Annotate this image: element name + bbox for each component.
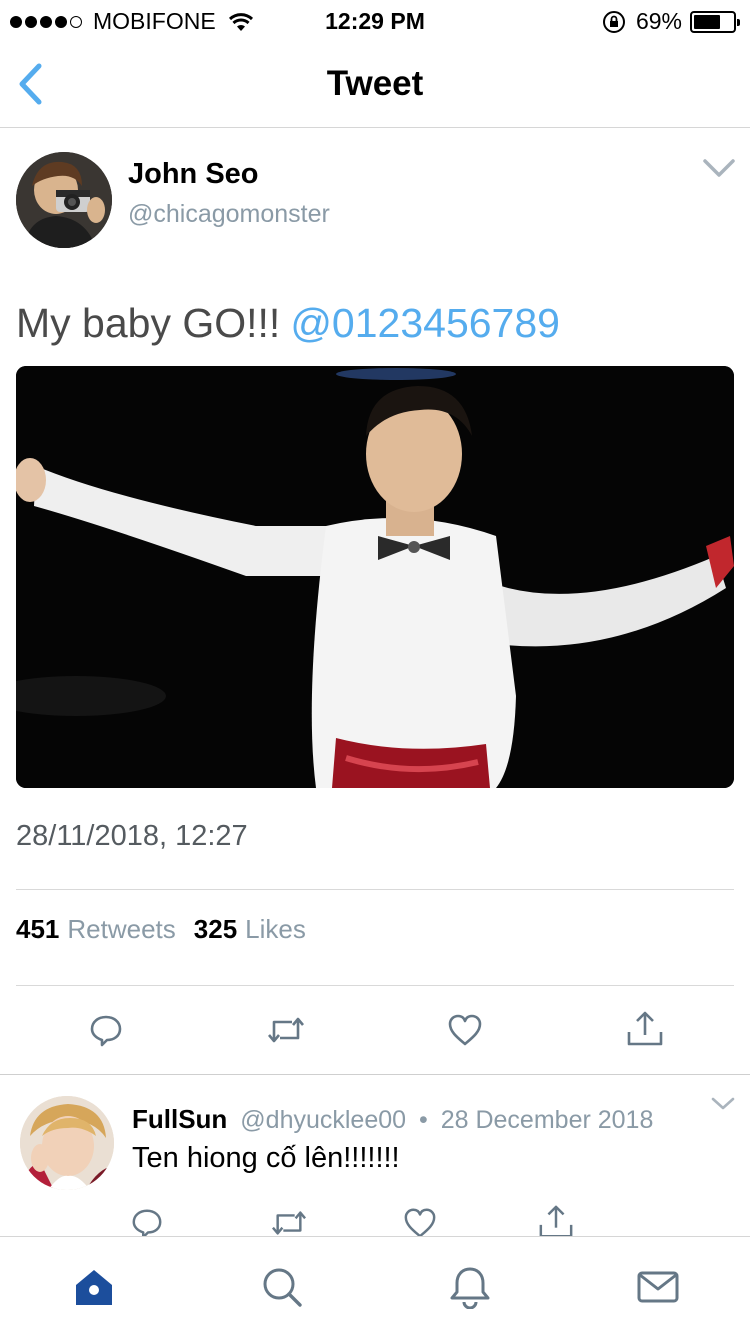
reply-icon xyxy=(90,1015,122,1047)
like-button[interactable] xyxy=(446,1012,484,1053)
reply-icon xyxy=(132,1209,162,1239)
tweet-mention-link[interactable]: @0123456789 xyxy=(290,300,560,346)
rotation-lock-icon xyxy=(602,10,625,33)
reply-date: 28 December 2018 xyxy=(440,1106,654,1134)
battery-percentage: 69% xyxy=(635,8,682,34)
retweet-icon xyxy=(268,1017,304,1043)
tweet-options-button[interactable] xyxy=(702,156,736,180)
author-name[interactable]: John Seo xyxy=(128,158,259,191)
divider xyxy=(16,889,734,890)
reply-text: Ten hiong cố lên!!!!!!! xyxy=(132,1142,400,1174)
retweet-icon xyxy=(272,1211,306,1235)
retweet-label[interactable]: Retweets xyxy=(67,914,175,945)
page-title: Tweet xyxy=(326,64,424,103)
tweet-text: My baby GO!!! @0123456789 xyxy=(16,300,560,347)
navigation-bar: Tweet xyxy=(0,40,750,128)
tab-home[interactable] xyxy=(72,1265,116,1309)
like-count[interactable]: 325 xyxy=(194,914,237,945)
tab-notifications[interactable] xyxy=(448,1265,492,1310)
battery-icon xyxy=(690,10,740,33)
reply-author-name[interactable]: FullSun xyxy=(132,1104,227,1134)
notifications-icon xyxy=(450,1267,490,1310)
author-avatar[interactable] xyxy=(16,152,112,248)
author-handle[interactable]: @chicagomonster xyxy=(128,200,330,229)
tweet-photo[interactable] xyxy=(16,366,734,788)
share-icon xyxy=(539,1205,573,1238)
share-icon xyxy=(627,1011,663,1046)
retweet-button[interactable] xyxy=(266,1012,306,1053)
share-button[interactable] xyxy=(626,1010,664,1053)
tweet-timestamp: 28/11/2018, 12:27 xyxy=(16,820,248,852)
home-icon xyxy=(76,1270,112,1305)
engagement-stats: 451 Retweets 325 Likes xyxy=(16,914,306,945)
messages-icon xyxy=(637,1271,679,1303)
reply-avatar[interactable] xyxy=(20,1096,114,1190)
thread-separator xyxy=(0,1074,750,1075)
divider xyxy=(16,985,734,986)
reply-separator: • xyxy=(419,1106,428,1134)
battery-level xyxy=(694,14,721,29)
chevron-down-icon xyxy=(711,1097,735,1110)
reply-header: FullSun @dhyucklee00 • 28 December 2018 xyxy=(132,1104,653,1135)
tab-bar xyxy=(0,1236,750,1334)
retweet-count[interactable]: 451 xyxy=(16,914,59,945)
chevron-down-icon xyxy=(703,159,735,177)
tweet-body: My baby GO!!! xyxy=(16,300,281,346)
like-label[interactable]: Likes xyxy=(245,914,306,945)
battery-status: 69% xyxy=(602,8,740,35)
tab-messages[interactable] xyxy=(636,1265,680,1309)
reply-options-button[interactable] xyxy=(710,1096,736,1112)
like-icon xyxy=(404,1208,436,1238)
search-icon xyxy=(263,1268,302,1307)
tab-search[interactable] xyxy=(260,1265,304,1309)
like-icon xyxy=(448,1014,482,1046)
status-bar: MOBIFONE 12:29 PM 69% xyxy=(0,0,750,40)
reply-button[interactable] xyxy=(88,1012,124,1053)
reply-author-handle[interactable]: @dhyucklee00 xyxy=(240,1106,406,1134)
